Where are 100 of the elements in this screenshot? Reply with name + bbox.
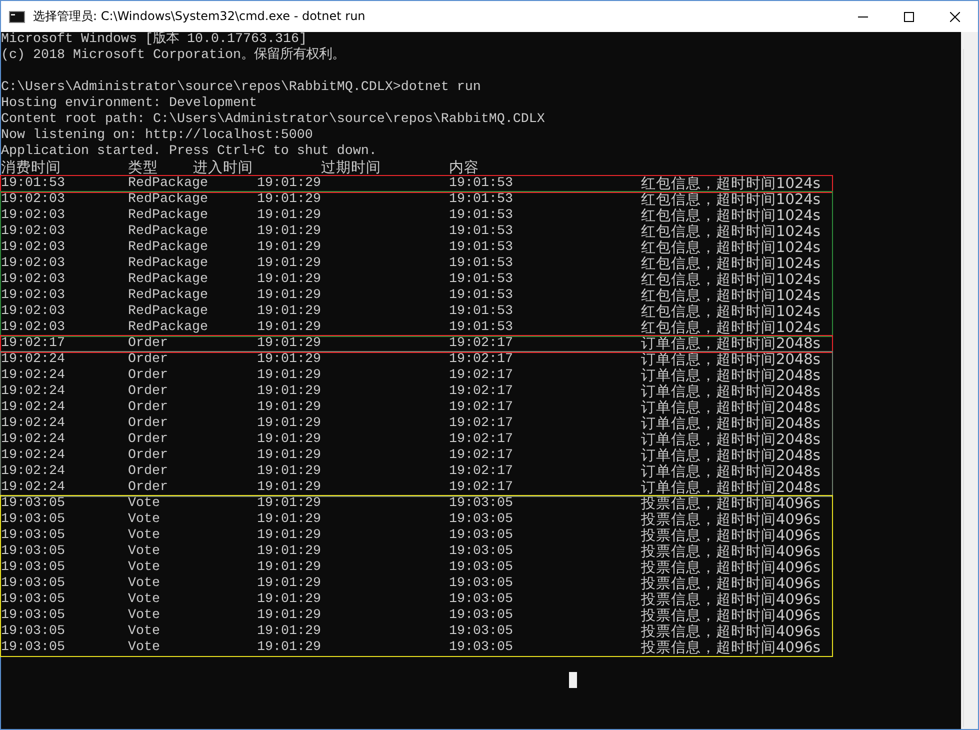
- column-header: 过期时间: [321, 160, 382, 176]
- log-cell-text: 19:03:05: [449, 592, 514, 608]
- log-cell-text: 订单信息，超时时间2048s: [641, 448, 822, 464]
- log-cell-text: 投票信息，超时时间4096s: [641, 560, 822, 576]
- log-cell-text: 19:02:17: [449, 432, 514, 448]
- log-cell-text: 19:01:29: [257, 608, 322, 624]
- log-cell-text: 投票信息，超时时间4096s: [641, 624, 822, 640]
- log-cell-text: 19:01:29: [257, 464, 322, 480]
- log-cell-text: 19:02:17: [449, 416, 514, 432]
- log-cell-text: 19:01:29: [257, 400, 322, 416]
- log-cell-text: 订单信息，超时时间2048s: [641, 336, 822, 352]
- log-cell-text: 红包信息，超时时间1024s: [641, 256, 822, 272]
- log-cell-text: 19:02:17: [449, 368, 514, 384]
- log-cell-text: 19:02:24: [1, 368, 66, 384]
- log-cell-text: Order: [128, 336, 169, 352]
- log-cell-text: 19:03:05: [1, 560, 66, 576]
- log-cell-text: 19:02:03: [1, 320, 66, 336]
- log-cell-text: 19:01:53: [449, 176, 514, 192]
- log-cell-text: 19:02:03: [1, 208, 66, 224]
- log-cell-text: 19:03:05: [1, 528, 66, 544]
- log-cell-text: Vote: [128, 592, 161, 608]
- log-cell-text: 19:01:29: [257, 272, 322, 288]
- log-cell-text: 红包信息，超时时间1024s: [641, 304, 822, 320]
- log-cell-text: 19:01:29: [257, 432, 322, 448]
- log-cell-text: 19:01:29: [257, 576, 322, 592]
- log-cell-text: 19:01:29: [257, 240, 322, 256]
- log-cell-text: 19:03:05: [449, 544, 514, 560]
- log-cell-text: 19:01:29: [257, 624, 322, 640]
- log-cell-text: RedPackage: [128, 272, 209, 288]
- log-cell-text: 19:02:17: [449, 400, 514, 416]
- log-cell-text: 19:03:05: [449, 608, 514, 624]
- log-cell-text: 投票信息，超时时间4096s: [641, 544, 822, 560]
- log-cell-text: 19:02:24: [1, 416, 66, 432]
- log-cell-text: 19:01:29: [257, 512, 322, 528]
- log-cell-text: 19:01:53: [449, 256, 514, 272]
- log-cell-text: 19:03:05: [1, 624, 66, 640]
- log-cell-text: Vote: [128, 576, 161, 592]
- log-cell-text: 红包信息，超时时间1024s: [641, 320, 822, 336]
- log-cell-text: Vote: [128, 544, 161, 560]
- log-cell-text: 19:02:17: [1, 336, 66, 352]
- log-cell-text: RedPackage: [128, 176, 209, 192]
- log-cell-text: RedPackage: [128, 288, 209, 304]
- log-cell-text: 19:02:03: [1, 304, 66, 320]
- log-cell-text: 19:01:29: [257, 480, 322, 496]
- log-cell-text: Order: [128, 464, 169, 480]
- column-header: 类型: [128, 160, 159, 176]
- console-line: C:\Users\Administrator\source\repos\RabbitMQ.CDLX>dotnet run: [1, 80, 481, 95]
- log-cell-text: 红包信息，超时时间1024s: [641, 176, 822, 192]
- log-cell-text: 19:01:29: [257, 208, 322, 224]
- log-cell-text: 订单信息，超时时间2048s: [641, 416, 822, 432]
- log-cell-text: 红包信息，超时时间1024s: [641, 240, 822, 256]
- log-cell-text: 19:02:03: [1, 256, 66, 272]
- log-cell-text: Vote: [128, 560, 161, 576]
- log-cell-text: 红包信息，超时时间1024s: [641, 224, 822, 240]
- column-header: 内容: [449, 160, 480, 176]
- console-line: (c) 2018 Microsoft Corporation。保留所有权利。: [1, 48, 345, 63]
- log-cell-text: 19:02:17: [449, 464, 514, 480]
- log-cell-text: 19:01:29: [257, 256, 322, 272]
- log-cell-text: 19:02:03: [1, 224, 66, 240]
- log-cell-text: 19:03:05: [1, 512, 66, 528]
- log-cell-text: 19:03:05: [449, 640, 514, 656]
- log-cell-text: 19:03:05: [449, 496, 514, 512]
- log-cell-text: 19:01:29: [257, 320, 322, 336]
- log-cell-text: 19:03:05: [449, 624, 514, 640]
- log-cell-text: 投票信息，超时时间4096s: [641, 608, 822, 624]
- log-cell-text: 19:01:53: [449, 288, 514, 304]
- log-cell-text: 19:02:24: [1, 464, 66, 480]
- log-cell-text: 19:01:53: [449, 208, 514, 224]
- log-cell-text: Vote: [128, 640, 161, 656]
- log-cell-text: 红包信息，超时时间1024s: [641, 192, 822, 208]
- log-cell-text: 19:03:05: [449, 512, 514, 528]
- log-cell-text: 19:01:29: [257, 336, 322, 352]
- log-cell-text: 红包信息，超时时间1024s: [641, 208, 822, 224]
- log-cell-text: 订单信息，超时时间2048s: [641, 352, 822, 368]
- log-cell-text: RedPackage: [128, 320, 209, 336]
- log-cell-text: 19:03:05: [1, 640, 66, 656]
- log-cell-text: 19:01:29: [257, 448, 322, 464]
- log-cell-text: 订单信息，超时时间2048s: [641, 480, 822, 496]
- log-cell-text: Vote: [128, 512, 161, 528]
- console-icon: [9, 10, 25, 22]
- log-cell-text: 19:02:17: [449, 448, 514, 464]
- log-cell-text: 19:02:24: [1, 432, 66, 448]
- log-cell-text: 19:01:29: [257, 304, 322, 320]
- scrollbar[interactable]: [961, 32, 978, 729]
- log-cell-text: 投票信息，超时时间4096s: [641, 496, 822, 512]
- log-cell-text: 19:01:53: [1, 176, 66, 192]
- log-cell-text: 19:01:29: [257, 496, 322, 512]
- log-cell-text: 投票信息，超时时间4096s: [641, 512, 822, 528]
- log-cell-text: Order: [128, 352, 169, 368]
- log-cell-text: 19:01:53: [449, 224, 514, 240]
- log-cell-text: Order: [128, 480, 169, 496]
- console-line: Microsoft Windows [版本 10.0.17763.316]: [1, 32, 307, 47]
- log-cell-text: Order: [128, 368, 169, 384]
- log-cell-text: 投票信息，超时时间4096s: [641, 528, 822, 544]
- log-cell-text: 投票信息，超时时间4096s: [641, 576, 822, 592]
- column-header: 进入时间: [193, 160, 254, 176]
- log-cell-text: RedPackage: [128, 192, 209, 208]
- log-cell-text: 19:01:29: [257, 288, 322, 304]
- log-cell-text: 19:01:29: [257, 544, 322, 560]
- log-cell-text: 19:01:53: [449, 240, 514, 256]
